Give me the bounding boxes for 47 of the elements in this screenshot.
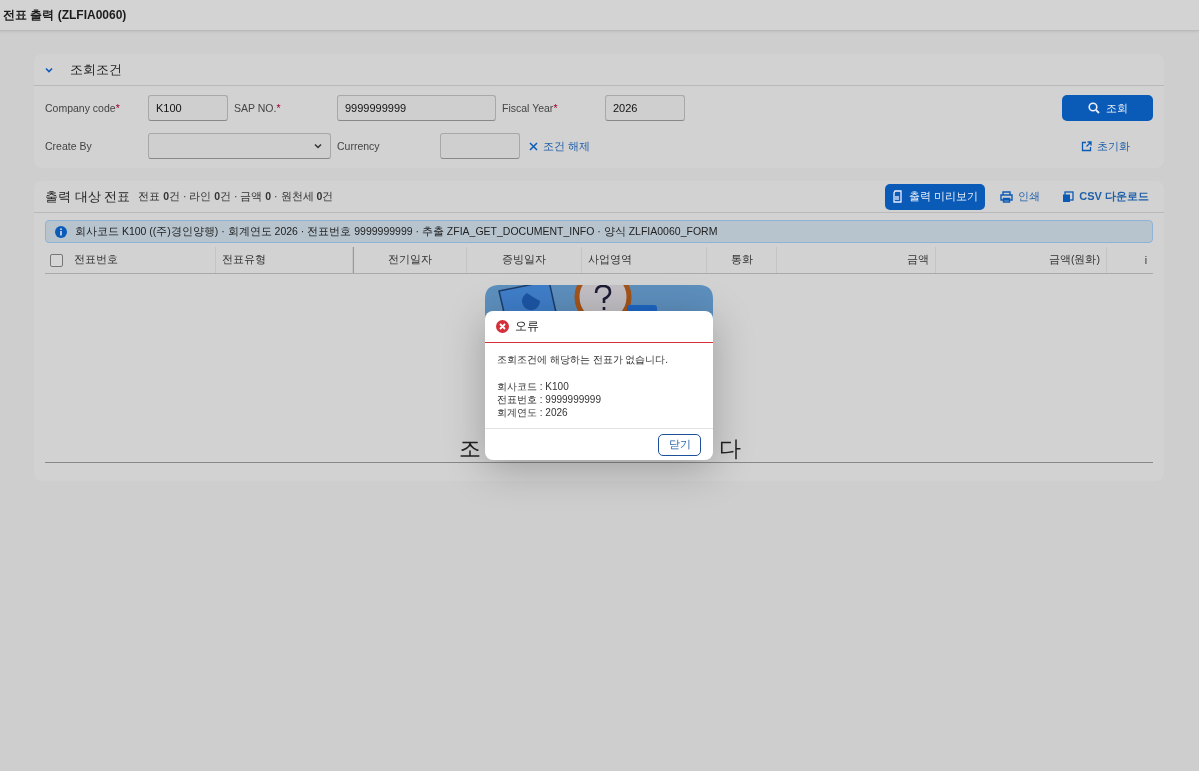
column-header[interactable]: 전표번호	[74, 253, 118, 267]
reset-link[interactable]: 초기화	[1078, 138, 1133, 154]
column-header[interactable]: 통화	[730, 253, 753, 267]
column-header[interactable]: i	[1144, 254, 1147, 266]
printer-icon	[1000, 190, 1014, 203]
select-all-checkbox[interactable]	[50, 253, 63, 267]
csv-download-button[interactable]: CSV 다운로드	[1055, 183, 1156, 210]
external-arrow-icon	[1081, 140, 1092, 152]
document-icon	[892, 190, 904, 203]
column-header[interactable]: 사업영역	[588, 253, 632, 267]
field-label: Company code*	[45, 102, 121, 114]
dropdown-field[interactable]	[148, 133, 331, 159]
summary-text: 전표 0건 · 라인 0건 · 금액 0 · 원천세 0건	[138, 189, 334, 204]
copy-icon	[1062, 190, 1075, 203]
column-header[interactable]: 금액	[907, 253, 929, 267]
empty-message: 조	[459, 436, 481, 462]
panel-title: 출력 대상 전표	[45, 187, 131, 206]
close-button[interactable]: 닫기	[658, 433, 701, 456]
print-button[interactable]: 인쇄	[993, 183, 1048, 210]
column-header[interactable]: 증빙일자	[502, 253, 546, 267]
input-field[interactable]: 9999999999	[337, 95, 496, 121]
chevron-down-icon	[313, 141, 323, 151]
search-icon	[1087, 102, 1100, 114]
info-text: 회사코드 K100 ((주)경인양행) · 회계연도 2026 · 전표번호 9999999999 · 추출 ZFIA_GET_DOCUMENT_INFO · 양식 ZLFIA0060_FORM	[75, 224, 718, 239]
input-field[interactable]	[440, 133, 520, 159]
empty-message: 다	[719, 436, 741, 462]
column-header[interactable]: 전기일자	[388, 253, 432, 267]
preview-button[interactable]: 출력 미리보기	[885, 183, 986, 210]
page-title: 전표 출력 (ZLFIA0060)	[3, 6, 127, 24]
info-icon	[55, 225, 67, 238]
field-label: Create By	[45, 140, 93, 152]
panel-title: 조회조건	[70, 60, 122, 79]
input-field[interactable]: 2026	[605, 95, 685, 121]
detail-line: 회계연도 : 2026	[497, 406, 569, 419]
field-label: SAP NO.*	[234, 102, 282, 114]
input-field[interactable]: K100	[148, 95, 228, 121]
column-header[interactable]: 전표유형	[222, 253, 266, 267]
clear-link[interactable]: 조건 해제	[526, 138, 594, 154]
dialog-title: 오류	[515, 318, 539, 335]
field-label: Currency	[337, 140, 381, 152]
detail-line: 전표번호 : 9999999999	[497, 393, 602, 406]
column-header[interactable]: 금액(원화)	[1049, 253, 1100, 267]
detail-line: 회사코드 : K100	[497, 380, 570, 393]
dialog-message: 조회조건에 해당하는 전표가 없습니다.	[497, 353, 670, 367]
field-label: Fiscal Year*	[502, 102, 559, 114]
close-icon	[529, 141, 538, 151]
search-button[interactable]: 조회	[1062, 95, 1153, 121]
